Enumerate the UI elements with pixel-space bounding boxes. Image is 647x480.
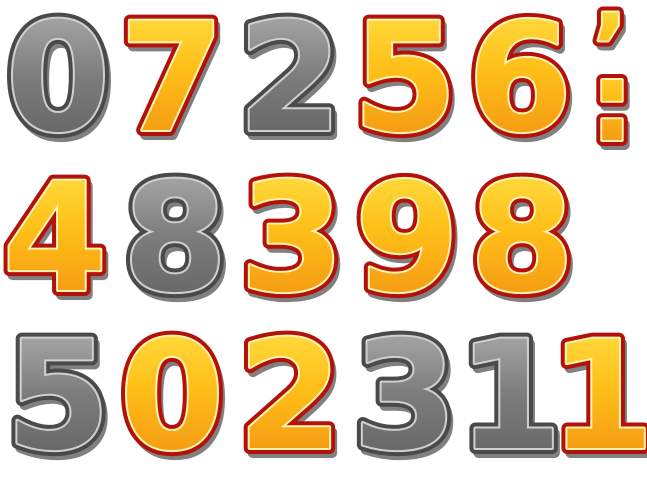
digit-5-gold: 55555	[347, 0, 465, 176]
svg-text:4: 4	[3, 152, 107, 326]
svg-text:2: 2	[238, 310, 342, 480]
digit-9-gold: 99999	[349, 146, 467, 336]
svg-text:5: 5	[6, 310, 110, 480]
digit-4-gold: 44444	[0, 146, 115, 336]
svg-text:8: 8	[123, 152, 227, 326]
svg-text:6: 6	[468, 0, 572, 166]
svg-text:7: 7	[120, 0, 224, 166]
svg-text:9: 9	[355, 152, 459, 326]
digit-0-gray: 00000	[0, 0, 118, 176]
svg-text:0: 0	[6, 0, 110, 166]
svg-text:2: 2	[238, 0, 342, 166]
svg-text:0: 0	[120, 310, 224, 480]
digit-8-gray: 88888	[117, 146, 235, 336]
digit-sprite-sheet: 00000 77777 22222 55555 66666 ’’’’’:::::44444…	[0, 0, 647, 480]
digit-6-gold: 66666	[462, 0, 580, 176]
svg-text:8: 8	[470, 152, 574, 326]
digit-2-gold: 22222	[232, 304, 350, 480]
svg-text:3: 3	[240, 152, 344, 326]
digit-7-gold: 77777	[114, 0, 232, 176]
svg-text::: :	[590, 38, 634, 166]
svg-text:5: 5	[353, 0, 457, 166]
svg-text:1: 1	[458, 310, 562, 480]
digit-colon-gold: :::::	[584, 32, 642, 176]
digit-3-gold: 33333	[234, 146, 352, 336]
svg-text:1: 1	[550, 310, 647, 480]
digit-2-gray: 22222	[232, 0, 350, 176]
digit-1-gold: 11111	[544, 304, 647, 480]
digit-8-gold: 88888	[464, 146, 582, 336]
digit-3-gray: 33333	[347, 304, 465, 480]
digit-0-gold: 00000	[114, 304, 232, 480]
svg-text:3: 3	[353, 310, 457, 480]
digit-5-gray: 55555	[0, 304, 118, 480]
